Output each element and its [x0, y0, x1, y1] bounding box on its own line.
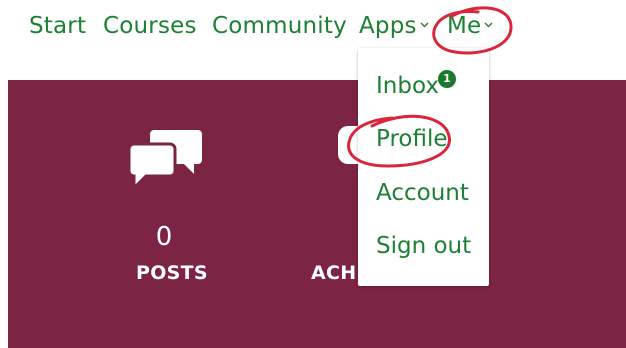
top-navigation: Start Courses Community Apps Me: [0, 0, 626, 80]
achievements-icon: [338, 126, 360, 164]
chat-bubbles-icon: [128, 130, 202, 190]
nav-item-community[interactable]: Community: [212, 13, 347, 39]
menu-item-sign-out[interactable]: Sign out: [376, 233, 471, 259]
inbox-unread-badge: 1: [438, 70, 456, 88]
nav-item-courses[interactable]: Courses: [103, 13, 197, 39]
menu-item-profile[interactable]: Profile: [376, 126, 448, 152]
nav-item-apps[interactable]: Apps: [359, 13, 429, 39]
nav-item-me-label: Me: [447, 13, 482, 39]
page: Start Courses Community Apps Me 0 POSTS …: [0, 0, 626, 348]
posts-label: POSTS: [136, 262, 208, 284]
chevron-down-icon: [484, 22, 493, 27]
menu-item-account[interactable]: Account: [376, 180, 469, 206]
profile-stats-banner: [8, 80, 626, 348]
posts-count: 0: [155, 222, 173, 252]
nav-item-start[interactable]: Start: [29, 13, 86, 39]
menu-item-inbox[interactable]: Inbox: [376, 73, 439, 99]
chevron-down-icon: [420, 22, 429, 27]
me-dropdown-menu: Inbox 1 Profile Account Sign out: [358, 48, 489, 286]
achievements-label: ACHI: [311, 262, 364, 284]
nav-item-me[interactable]: Me: [447, 13, 493, 39]
nav-item-apps-label: Apps: [359, 13, 417, 39]
